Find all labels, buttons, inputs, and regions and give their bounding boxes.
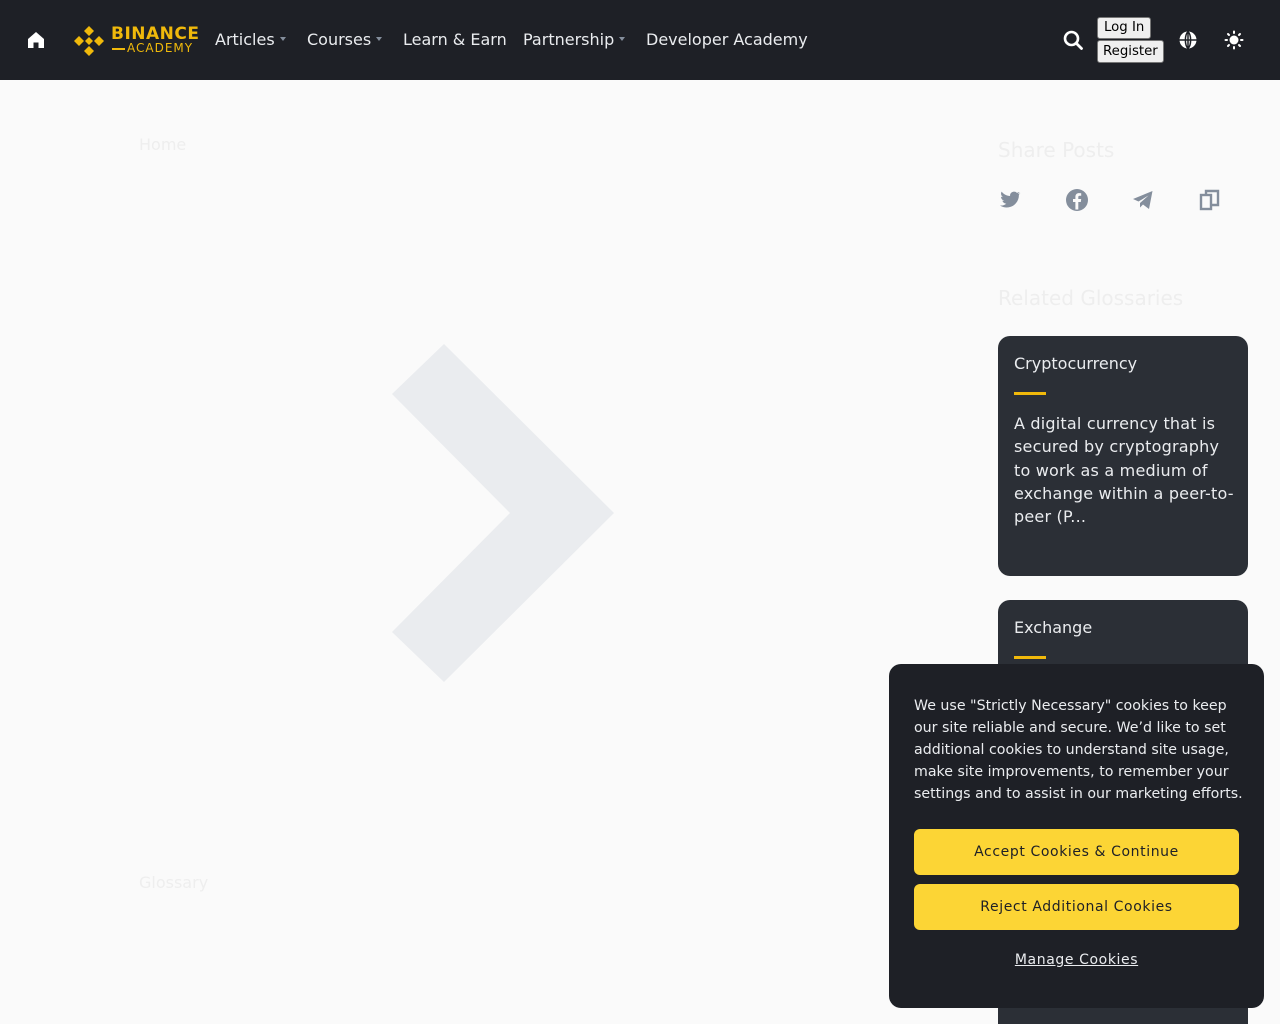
nav-developer-academy[interactable]: Developer Academy	[646, 30, 808, 50]
nav-partnership[interactable]: Partnership	[523, 30, 626, 50]
register-button[interactable]: Register	[1097, 40, 1164, 63]
chevron-down-icon	[279, 36, 286, 41]
chevron-down-icon	[376, 36, 383, 41]
accept-cookies-button[interactable]: Accept Cookies & Continue	[914, 829, 1239, 875]
share-posts-heading: Share Posts	[998, 138, 1115, 162]
glossary-card-accent	[1014, 656, 1046, 659]
theme-toggle-icon[interactable]	[1224, 30, 1244, 50]
logo-subtitle: ACADEMY	[127, 41, 194, 55]
home-icon[interactable]	[24, 28, 48, 52]
telegram-icon[interactable]	[1131, 188, 1155, 212]
copy-link-icon[interactable]	[1198, 188, 1222, 212]
chevron-down-icon	[619, 36, 626, 41]
binance-logo-mark-icon	[74, 26, 104, 56]
nav-courses[interactable]: Courses	[307, 30, 383, 50]
nav-articles[interactable]: Articles	[215, 30, 286, 50]
facebook-icon[interactable]	[1065, 188, 1089, 212]
cookie-consent-text: We use "Strictly Necessary" cookies to k…	[914, 698, 1243, 802]
search-icon[interactable]	[1062, 29, 1084, 51]
top-navigation-bar: BINANCE ACADEMY Articles Courses Learn &…	[0, 0, 1280, 80]
glossary-card-title: Exchange	[1014, 618, 1093, 637]
glossary-card-cryptocurrency[interactable]: Cryptocurrency A digital currency that i…	[998, 336, 1248, 576]
binance-academy-logo[interactable]: BINANCE ACADEMY	[72, 24, 202, 58]
glossary-card-title: Cryptocurrency	[1014, 354, 1138, 373]
chevron-right-placeholder-icon	[392, 344, 614, 682]
twitter-icon[interactable]	[998, 188, 1022, 212]
glossary-card-accent	[1014, 392, 1046, 395]
reject-cookies-button[interactable]: Reject Additional Cookies	[914, 884, 1239, 930]
breadcrumb[interactable]: Home	[139, 135, 186, 154]
nav-learn-earn[interactable]: Learn & Earn	[403, 30, 507, 50]
manage-cookies-link[interactable]: Manage Cookies	[889, 952, 1264, 968]
globe-icon[interactable]	[1178, 30, 1198, 50]
cookie-consent-banner: We use "Strictly Necessary" cookies to k…	[889, 664, 1264, 1008]
related-glossaries-heading: Related Glossaries	[998, 286, 1184, 310]
glossary-link[interactable]: Glossary	[139, 873, 208, 892]
glossary-card-description: A digital currency that is secured by cr…	[1014, 414, 1234, 527]
login-button[interactable]: Log In	[1097, 17, 1152, 39]
